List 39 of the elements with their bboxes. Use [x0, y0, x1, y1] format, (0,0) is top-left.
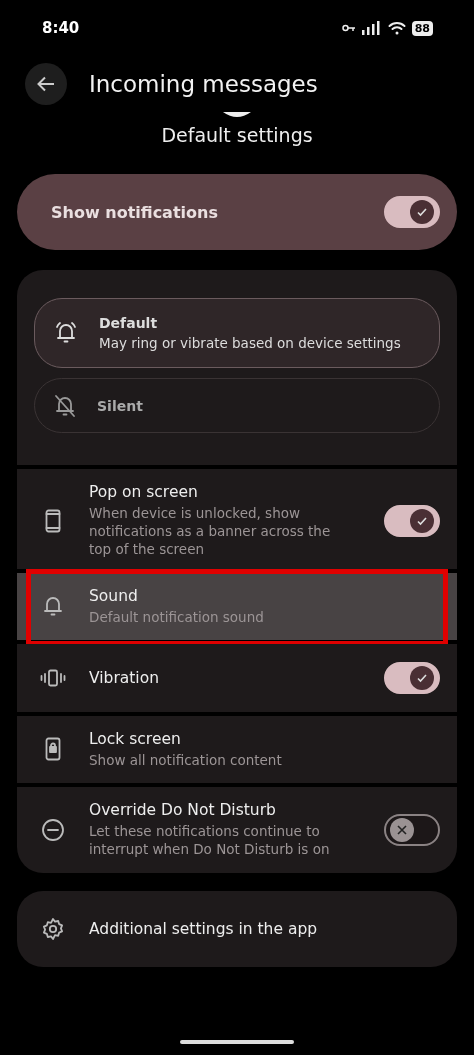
- settings-icon: [41, 916, 65, 941]
- toggle-switch[interactable]: [384, 813, 440, 846]
- row-title: Override Do Not Disturb: [89, 801, 277, 820]
- back-button[interactable]: [25, 63, 67, 105]
- status-time: 8:40: [42, 19, 80, 37]
- row-description: Show all notification content: [89, 750, 283, 770]
- show-notifications-bar[interactable]: Show notifications: [17, 174, 457, 250]
- back-arrow-icon: [37, 76, 55, 92]
- row-title: Sound: [89, 586, 139, 605]
- additional-settings-button[interactable]: Additional settings in the app: [17, 890, 457, 967]
- phone-icon: [45, 508, 61, 533]
- row-title: Pop on screen: [89, 483, 199, 501]
- battery-level: 88: [411, 20, 433, 36]
- close-icon: [396, 823, 408, 836]
- section-subtitle: Default settings: [161, 124, 313, 146]
- mode-option[interactable]: Default May ring or vibrate based on device settings: [34, 298, 440, 368]
- vibration-icon: [40, 668, 66, 687]
- toggle-switch[interactable]: [384, 661, 440, 694]
- settings-row[interactable]: Vibration: [17, 643, 457, 712]
- toggle-switch[interactable]: [384, 196, 440, 228]
- page-title: Incoming messages: [89, 71, 318, 97]
- settings-row[interactable]: Pop on screen When device is unlocked, show notifications as a banner across the top of the screen: [17, 469, 457, 569]
- row-description: Default notification sound: [89, 607, 265, 626]
- settings-row[interactable]: Lock screen Show all notification content: [17, 715, 457, 784]
- settings-row[interactable]: Override Do Not Disturb Let these notifications continue to interrupt when Do Not Disturb is on: [17, 787, 457, 873]
- row-description: Let these notifications continue to interrupt when Do Not Disturb is on: [89, 822, 331, 859]
- toggle-label: Show notifications: [51, 202, 218, 222]
- do-not-disturb-icon: [41, 817, 65, 842]
- wifi-icon: [387, 21, 406, 35]
- row-description: When device is unlocked, show notifications as a banner across the top of the screen: [89, 504, 332, 559]
- arc-icon: [223, 112, 251, 118]
- row-title: Vibration: [89, 668, 160, 687]
- toggle-switch[interactable]: [384, 504, 440, 537]
- key-icon: [341, 24, 356, 32]
- lock-phone-icon: [45, 737, 61, 762]
- row-title: Lock screen: [89, 729, 182, 748]
- signal-icon: [361, 21, 382, 35]
- check-icon: [416, 206, 428, 218]
- muted-bell-icon: [53, 392, 77, 419]
